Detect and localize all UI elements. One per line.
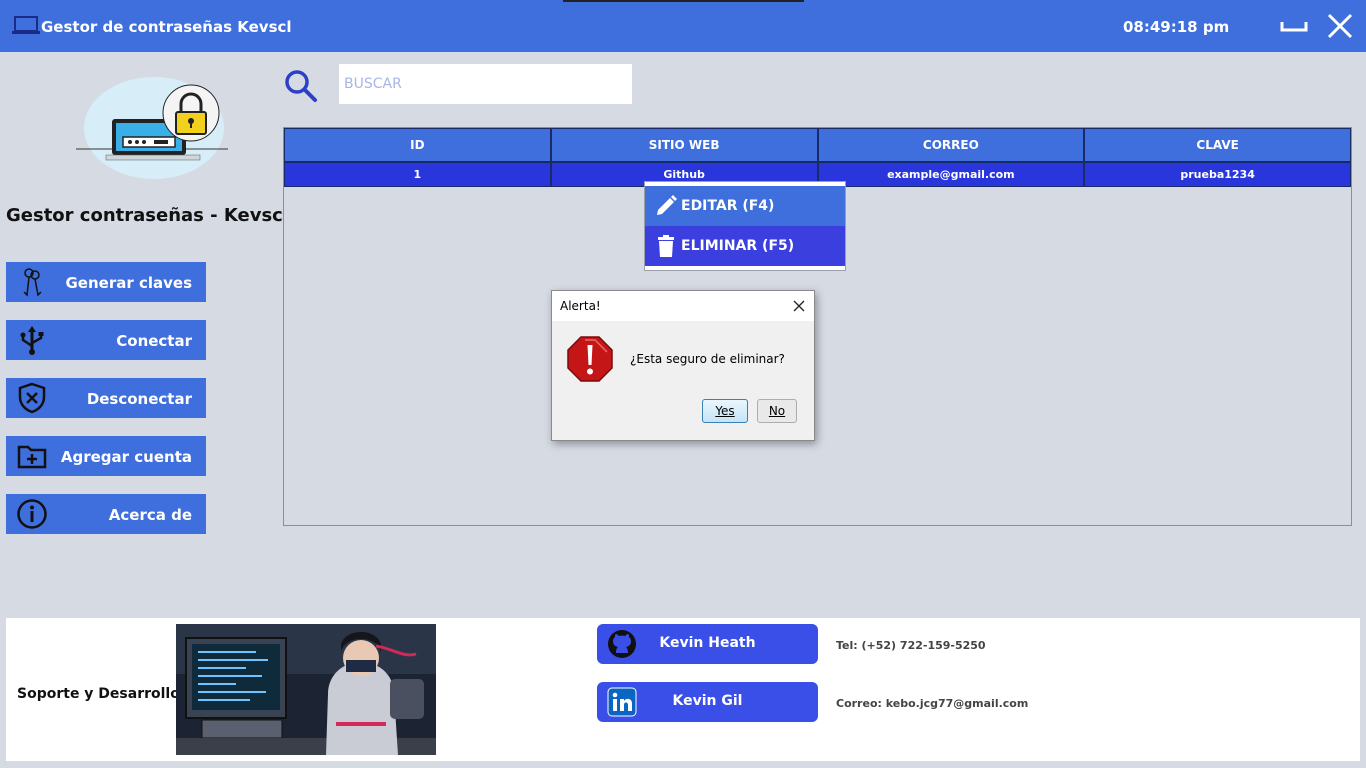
connect-label: Conectar xyxy=(116,332,192,350)
info-icon xyxy=(17,499,47,529)
github-link[interactable]: Kevin Heath xyxy=(597,624,818,664)
yes-button[interactable]: Yes xyxy=(702,399,748,423)
keys-icon xyxy=(23,268,42,297)
context-menu: EDITAR (F4) ELIMINAR (F5) xyxy=(644,181,846,271)
pencil-icon xyxy=(657,195,677,215)
table-header: ID SITIO WEB CORREO CLAVE xyxy=(284,128,1351,162)
about-button[interactable]: Acerca de xyxy=(6,494,206,534)
error-icon xyxy=(567,336,613,382)
cell-email[interactable]: example@gmail.com xyxy=(817,162,1085,187)
contact-phone: Tel: (+52) 722-159-5250 xyxy=(836,639,986,652)
github-link-label: Kevin Heath xyxy=(659,635,756,651)
disconnect-button[interactable]: Desconectar xyxy=(6,378,206,418)
column-header-site[interactable]: SITIO WEB xyxy=(550,128,818,162)
trash-icon xyxy=(658,235,674,257)
dialog-message: ¿Esta seguro de eliminar? xyxy=(630,352,785,366)
title-bar: Gestor de contraseñas Kevscl 08:49:18 pm xyxy=(0,0,1366,52)
delete-menu-item[interactable]: ELIMINAR (F5) xyxy=(645,226,845,266)
window-title: Gestor de contraseñas Kevscl xyxy=(41,18,292,36)
contact-email: Correo: kebo.jcg77@gmail.com xyxy=(836,697,1029,710)
edit-menu-label: EDITAR (F4) xyxy=(681,198,775,214)
alert-dialog: Alerta! ¿Esta seguro de eliminar? Yes No xyxy=(551,290,815,441)
no-button[interactable]: No xyxy=(757,399,797,423)
dialog-header: Alerta! xyxy=(552,291,814,321)
linkedin-link-label: Kevin Gil xyxy=(672,693,743,709)
column-header-password[interactable]: CLAVE xyxy=(1084,128,1351,162)
dialog-title: Alerta! xyxy=(560,299,601,313)
clock: 08:49:18 pm xyxy=(1123,18,1230,36)
dialog-close-icon[interactable] xyxy=(792,299,806,313)
support-label: Soporte y Desarrollo xyxy=(17,686,180,702)
add-account-label: Agregar cuenta xyxy=(60,448,192,466)
search-icon[interactable] xyxy=(284,69,318,103)
disconnect-label: Desconectar xyxy=(86,390,192,408)
delete-menu-label: ELIMINAR (F5) xyxy=(681,238,795,254)
minimize-icon[interactable] xyxy=(1278,14,1310,36)
search-input[interactable] xyxy=(339,64,632,104)
connect-button[interactable]: Conectar xyxy=(6,320,206,360)
usb-icon xyxy=(20,326,44,355)
about-label: Acerca de xyxy=(108,506,192,524)
no-button-label: No xyxy=(768,404,786,418)
linkedin-link[interactable]: Kevin Gil xyxy=(597,682,818,722)
laptop-icon xyxy=(12,16,40,34)
yes-button-label: Yes xyxy=(715,404,735,418)
column-header-id[interactable]: ID xyxy=(284,128,551,162)
sidebar-title: Gestor contraseñas - Kevscl xyxy=(6,205,290,226)
cell-id[interactable]: 1 xyxy=(284,162,551,187)
title-bar-edge xyxy=(563,0,804,2)
app-logo xyxy=(76,77,228,179)
support-illustration xyxy=(176,624,436,755)
footer: Soporte y Desarrollo Kevin Heath Kevin G… xyxy=(6,618,1360,761)
shield-x-icon xyxy=(18,382,46,414)
column-header-email[interactable]: CORREO xyxy=(817,128,1085,162)
cell-password[interactable]: prueba1234 xyxy=(1084,162,1351,187)
generate-keys-button[interactable]: Generar claves xyxy=(6,262,206,302)
edit-menu-item[interactable]: EDITAR (F4) xyxy=(645,186,845,226)
generate-keys-label: Generar claves xyxy=(65,274,192,292)
folder-plus-icon xyxy=(17,445,47,469)
close-icon[interactable] xyxy=(1326,12,1354,40)
add-account-button[interactable]: Agregar cuenta xyxy=(6,436,206,476)
